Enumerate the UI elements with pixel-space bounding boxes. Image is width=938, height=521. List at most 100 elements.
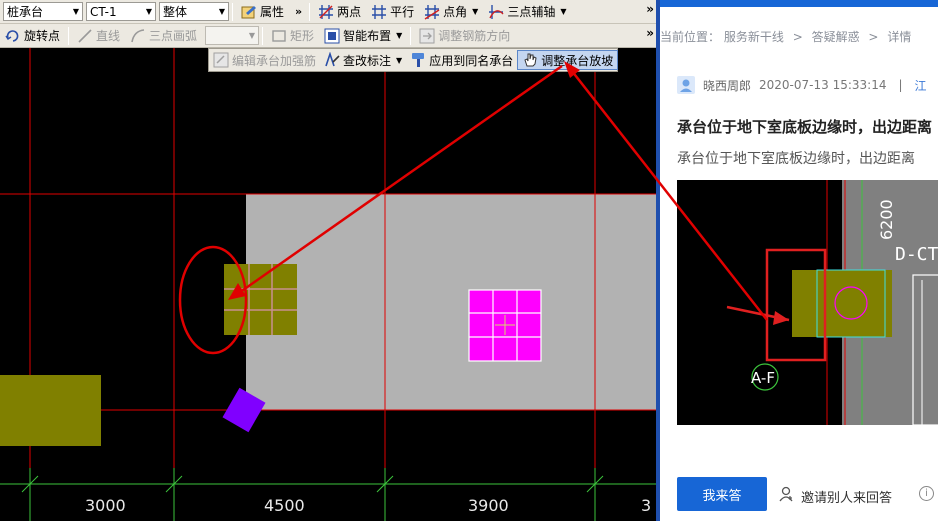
smart-layout-label: 智能布置 — [343, 29, 392, 43]
question-body: 承台位于地下室底板边缘时，出边距离 — [677, 151, 915, 167]
dimension-label: 4500 — [264, 496, 305, 515]
toolbar-separator — [410, 26, 412, 45]
dimension-label: 3 — [641, 496, 652, 515]
breadcrumb-separator: > — [868, 30, 879, 44]
breadcrumb-current: 详情 — [887, 30, 912, 44]
element-type-select[interactable]: 桩承台 ▼ — [3, 2, 83, 21]
parallel-axis-icon — [371, 4, 387, 20]
web-top-accent-bar — [660, 0, 938, 7]
arc-option-select[interactable]: ▼ — [205, 26, 260, 45]
pile-cap[interactable] — [0, 375, 101, 446]
meta-separator: | — [898, 78, 903, 92]
three-point-axis-label: 三点辅轴 — [507, 5, 556, 19]
chevron-down-icon[interactable]: ▼ — [396, 56, 402, 65]
question-image[interactable]: 6200 D-CT1 A-F — [677, 180, 938, 425]
two-points-button[interactable]: 两点 — [313, 1, 366, 23]
breadcrumb-link-qa[interactable]: 答疑解惑 — [812, 30, 860, 44]
pile-cap-ct1 — [792, 270, 892, 337]
rectangle-label: 矩形 — [290, 29, 315, 43]
breadcrumb-prefix: 当前位置： — [660, 30, 721, 44]
chevron-down-icon: ▼ — [72, 7, 79, 16]
check-annotation-button[interactable]: 查改标注 ▼ — [320, 50, 406, 70]
adjust-rebar-label: 调整钢筋方向 — [438, 29, 511, 43]
rotate-point-label: 旋转点 — [24, 29, 61, 43]
qa-web-panel: 当前位置： 服务新干线 > 答疑解惑 > 详情 晓西周郎 2020-07-13 … — [660, 0, 938, 521]
invite-label: 邀请别人来回答 — [801, 490, 893, 506]
invite-answer-button[interactable]: 邀请别人来回答 — [778, 486, 892, 506]
adjust-rebar-icon — [419, 28, 435, 44]
dimension-label: 3000 — [85, 496, 126, 515]
chevron-down-icon: ▼ — [145, 7, 152, 16]
check-annotation-label: 查改标注 — [343, 53, 392, 68]
properties-icon — [241, 4, 257, 20]
question-title: 承台位于地下室底板边缘时，出边距离 — [677, 118, 933, 136]
smart-layout-button[interactable]: 智能布置 ▼ — [319, 25, 407, 47]
point-angle-button[interactable]: 点角 ▼ — [419, 1, 483, 23]
chevron-down-icon[interactable]: ▼ — [472, 7, 478, 16]
answer-button[interactable]: 我来答 — [677, 477, 767, 511]
pile-cap-edit-toolbar: 编辑承台加强筋 查改标注 ▼ 应用到同名承台 调整承台放坡 — [208, 48, 619, 72]
mode-select[interactable]: 整体 ▼ — [159, 2, 229, 21]
edit-cap-rebar-label: 编辑承台加强筋 — [232, 53, 317, 68]
adjust-rebar-direction-button[interactable]: 调整钢筋方向 — [414, 25, 515, 47]
parallel-label: 平行 — [390, 5, 415, 19]
avatar[interactable] — [677, 76, 695, 94]
apply-same-name-label: 应用到同名承台 — [429, 53, 514, 68]
chevron-down-icon[interactable]: ▼ — [396, 31, 402, 40]
toolbar-separator — [232, 2, 233, 21]
element-name-select[interactable]: CT-1 ▼ — [86, 2, 156, 21]
toolbar-separator — [68, 26, 70, 45]
properties-button[interactable]: 属性 — [236, 1, 289, 23]
point-angle-label: 点角 — [443, 5, 468, 19]
dimension-label: 3900 — [468, 496, 509, 515]
two-points-axis-icon — [318, 4, 334, 20]
edit-rebar-icon — [213, 52, 229, 68]
three-point-axis-button[interactable]: 三点辅轴 ▼ — [483, 1, 571, 23]
chevron-down-icon: ▼ — [248, 31, 256, 40]
question-meta: 晓西周郎 2020-07-13 15:33:14 | 江 — [677, 76, 927, 94]
overflow-chevron-icon[interactable]: » — [295, 5, 302, 18]
image-dimension-label: 6200 — [877, 199, 896, 240]
chevron-down-icon: ▼ — [218, 7, 225, 16]
rotate-point-button[interactable]: 旋转点 — [0, 25, 65, 47]
cad-drawing-svg[interactable] — [0, 48, 656, 521]
properties-label: 属性 — [260, 5, 285, 19]
apply-same-name-button[interactable]: 应用到同名承台 — [406, 50, 517, 70]
parallel-button[interactable]: 平行 — [366, 1, 419, 23]
hand-pointer-icon — [522, 52, 538, 68]
cad-toolbar-draw: 旋转点 直线 三点画弧 ▼ 矩形 智能布置 ▼ 调整钢筋方向 » — [0, 24, 656, 48]
line-button[interactable]: 直线 — [72, 25, 125, 47]
edit-cap-rebar-button[interactable]: 编辑承台加强筋 — [209, 50, 320, 70]
two-points-label: 两点 — [337, 5, 362, 19]
line-label: 直线 — [96, 29, 121, 43]
annotation-edit-icon — [324, 51, 340, 68]
rectangle-button[interactable]: 矩形 — [266, 25, 319, 47]
three-point-axis-icon — [488, 4, 504, 20]
three-point-arc-button[interactable]: 三点画弧 — [125, 25, 202, 47]
image-cap-label: D-CT1 — [895, 244, 938, 265]
element-name-value: CT-1 — [90, 4, 117, 19]
adjust-cap-slope-button[interactable]: 调整承台放坡 — [517, 50, 619, 70]
rotate-point-icon — [5, 28, 21, 44]
chevron-down-icon[interactable]: ▼ — [560, 7, 566, 16]
toolbar-overflow-chevron-icon[interactable]: » — [646, 26, 654, 40]
annotation-arrowhead — [773, 311, 789, 325]
toolbar-separator — [262, 26, 264, 45]
info-icon[interactable]: i — [919, 486, 934, 501]
location-label: 江 — [914, 78, 927, 93]
breadcrumb-link-service[interactable]: 服务新干线 — [724, 30, 784, 44]
toolbar-overflow-chevron-icon[interactable]: » — [646, 2, 654, 16]
paint-brush-icon — [410, 52, 426, 68]
image-axis-label: A-F — [751, 369, 775, 387]
line-draw-icon — [77, 28, 93, 44]
question-image-svg: 6200 D-CT1 A-F — [726, 180, 938, 425]
point-angle-icon — [424, 4, 440, 20]
adjust-cap-slope-label: 调整承台放坡 — [541, 53, 614, 68]
cad-drawing-canvas[interactable]: 3000 4500 3900 3 — [0, 48, 656, 521]
author-name[interactable]: 晓西周郎 — [703, 77, 751, 94]
post-datetime: 2020-07-13 15:33:14 — [759, 78, 887, 92]
user-icon — [778, 486, 794, 506]
breadcrumb: 当前位置： 服务新干线 > 答疑解惑 > 详情 — [660, 28, 911, 45]
three-point-arc-label: 三点画弧 — [149, 29, 198, 43]
pile-cap-ct1[interactable] — [224, 264, 297, 335]
